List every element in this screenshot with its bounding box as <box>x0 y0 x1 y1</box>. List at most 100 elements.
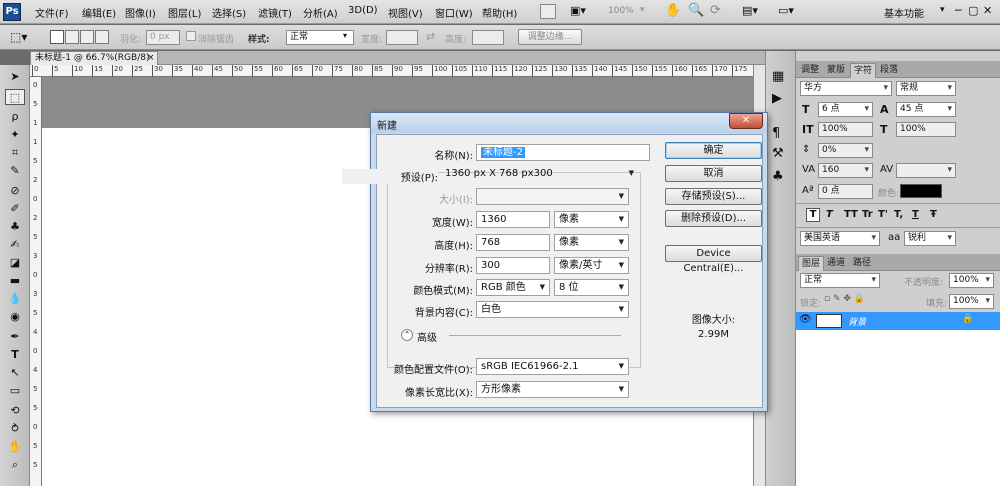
lasso-tool-icon[interactable]: ρ <box>5 109 25 125</box>
width-unit-select[interactable]: 像素 <box>554 211 629 228</box>
zoom-level[interactable]: 100% <box>608 6 634 16</box>
workspace-switcher[interactable]: 基本功能 <box>884 5 924 20</box>
all-caps-button[interactable]: TT <box>844 209 858 220</box>
antialias-checkbox[interactable] <box>186 31 196 41</box>
menu-3d[interactable]: 3D(D) <box>348 5 378 16</box>
menu-image[interactable]: 图像(I) <box>125 5 156 20</box>
menu-help[interactable]: 帮助(H) <box>482 5 517 20</box>
minimize-icon[interactable]: ─ <box>955 4 962 17</box>
bridge-icon[interactable] <box>540 4 556 19</box>
marquee-preset-icon[interactable]: ⬚▾ <box>10 30 27 44</box>
horizontal-scale-input[interactable]: 100% <box>896 122 956 137</box>
kerning-va-select[interactable] <box>896 163 956 178</box>
strikethrough-button[interactable]: Ŧ <box>930 209 937 220</box>
3d-rotate-tool-icon[interactable]: ⟲ <box>5 403 25 419</box>
menu-filter[interactable]: 滤镜(T) <box>258 5 292 20</box>
resolution-unit-select[interactable]: 像素/英寸 <box>554 257 629 274</box>
layer-name[interactable]: 背景 <box>848 315 866 328</box>
color-profile-select[interactable]: sRGB IEC61966-2.1 <box>476 358 629 375</box>
underline-button[interactable]: T <box>912 209 919 220</box>
hand-tool-icon[interactable]: ✋ <box>5 439 25 455</box>
tab-paths[interactable]: 路径 <box>850 256 874 271</box>
save-preset-button[interactable]: 存储预设(S)... <box>665 188 762 205</box>
zoom-tool-icon[interactable]: ⌕ <box>5 457 25 473</box>
maximize-icon[interactable]: ▢ <box>968 4 978 17</box>
background-contents-select[interactable]: 白色 <box>476 301 629 318</box>
type-tool-icon[interactable]: T <box>5 347 25 363</box>
path-selection-tool-icon[interactable]: ↖ <box>5 365 25 381</box>
opacity-input[interactable]: 100% <box>949 273 994 288</box>
superscript-button[interactable]: T' <box>878 209 888 220</box>
dialog-close-button[interactable]: ✕ <box>729 113 763 129</box>
menu-view[interactable]: 视图(V) <box>388 5 423 20</box>
brush-tool-icon[interactable]: ✐ <box>5 201 25 217</box>
cancel-button[interactable]: 取消 <box>665 165 762 182</box>
actions-panel-icon[interactable]: ▶ <box>772 91 782 106</box>
leading-select[interactable]: 45 点 <box>896 102 956 117</box>
tool-presets-icon[interactable]: ⚒ <box>772 146 784 161</box>
menu-select[interactable]: 选择(S) <box>212 5 246 20</box>
tab-masks[interactable]: 蒙版 <box>824 63 848 78</box>
zoom-tool-icon[interactable]: 🔍 <box>688 3 704 18</box>
kerning-select[interactable]: 0% <box>818 143 873 158</box>
lock-icons[interactable]: ▫ ✎ ✥ 🔒 <box>824 294 865 304</box>
faux-italic-button[interactable]: T <box>826 209 833 220</box>
pixel-aspect-select[interactable]: 方形像素 <box>476 381 629 398</box>
dialog-titlebar[interactable]: 新建 ✕ <box>371 113 767 133</box>
tab-paragraph[interactable]: 段落 <box>877 63 901 78</box>
document-tab[interactable]: 未标题-1 @ 66.7%(RGB/8) × <box>30 51 158 65</box>
device-central-button[interactable]: Device Central(E)... <box>665 245 762 274</box>
tab-adjustments[interactable]: 调整 <box>798 63 822 78</box>
marquee-tool-icon[interactable]: ⬚ <box>5 89 25 105</box>
rotate-view-icon[interactable]: ⟳ <box>710 3 721 18</box>
baseline-shift-input[interactable]: 0 点 <box>818 184 873 199</box>
refine-edge-button[interactable]: 调整边缘... <box>518 29 582 45</box>
advanced-toggle-icon[interactable]: ⌃ <box>401 329 413 341</box>
menu-layer[interactable]: 图层(L) <box>168 5 201 20</box>
add-selection-icon[interactable] <box>65 30 79 44</box>
subscript-button[interactable]: T, <box>894 209 903 220</box>
healing-brush-tool-icon[interactable]: ⊘ <box>5 183 25 199</box>
new-selection-icon[interactable] <box>50 30 64 44</box>
size-select[interactable] <box>476 188 629 205</box>
eyedropper-tool-icon[interactable]: ✎ <box>5 163 25 179</box>
feather-input[interactable]: 0 px <box>146 30 180 45</box>
paragraph-panel-icon[interactable]: ¶ <box>772 126 780 141</box>
fill-input[interactable]: 100% <box>949 294 994 309</box>
history-brush-tool-icon[interactable]: ✍ <box>5 237 25 253</box>
zoom-dropdown-icon[interactable]: ▾ <box>640 5 645 15</box>
ok-button[interactable]: 确定 <box>665 142 762 159</box>
intersect-selection-icon[interactable] <box>95 30 109 44</box>
screen-mode-toggle-icon[interactable]: ▭▾ <box>778 4 794 17</box>
clone-source-icon[interactable]: ♣ <box>772 169 784 184</box>
bit-depth-select[interactable]: 8 位 <box>554 279 629 296</box>
3d-orbit-tool-icon[interactable]: ⥁ <box>5 421 25 437</box>
close-tab-icon[interactable]: × <box>147 52 155 65</box>
menu-window[interactable]: 窗口(W) <box>435 5 473 20</box>
pen-tool-icon[interactable]: ✒ <box>5 329 25 345</box>
subtract-selection-icon[interactable] <box>80 30 94 44</box>
visibility-eye-icon[interactable]: 👁 <box>799 314 812 325</box>
dodge-tool-icon[interactable]: ◉ <box>5 309 25 325</box>
height-unit-select[interactable]: 像素 <box>554 234 629 251</box>
history-panel-icon[interactable]: ▦ <box>772 69 784 84</box>
tab-layers[interactable]: 图层 <box>798 256 825 271</box>
font-size-select[interactable]: 6 点 <box>818 102 873 117</box>
layer-row-background[interactable]: 👁 背景 🔒 <box>796 312 1000 330</box>
color-mode-select[interactable]: RGB 颜色 <box>476 279 550 296</box>
menu-analysis[interactable]: 分析(A) <box>303 5 338 20</box>
hand-tool-icon[interactable]: ✋ <box>665 3 681 18</box>
font-family-select[interactable]: 华方 <box>800 81 892 96</box>
close-window-icon[interactable]: ✕ <box>983 4 992 17</box>
arrange-documents-icon[interactable]: ▤▾ <box>742 4 758 17</box>
eraser-tool-icon[interactable]: ◪ <box>5 255 25 271</box>
tab-character[interactable]: 字符 <box>850 63 877 78</box>
screen-mode-icon[interactable]: ▣▾ <box>570 4 586 17</box>
crop-tool-icon[interactable]: ⌗ <box>5 145 25 161</box>
antialias-select[interactable]: 锐利 <box>904 231 956 246</box>
name-input[interactable]: 未标题-2 <box>476 144 650 161</box>
small-caps-button[interactable]: Tr <box>862 209 873 220</box>
height-input[interactable]: 768 <box>476 234 550 251</box>
resolution-input[interactable]: 300 <box>476 257 550 274</box>
language-select[interactable]: 美国英语 <box>800 231 880 246</box>
